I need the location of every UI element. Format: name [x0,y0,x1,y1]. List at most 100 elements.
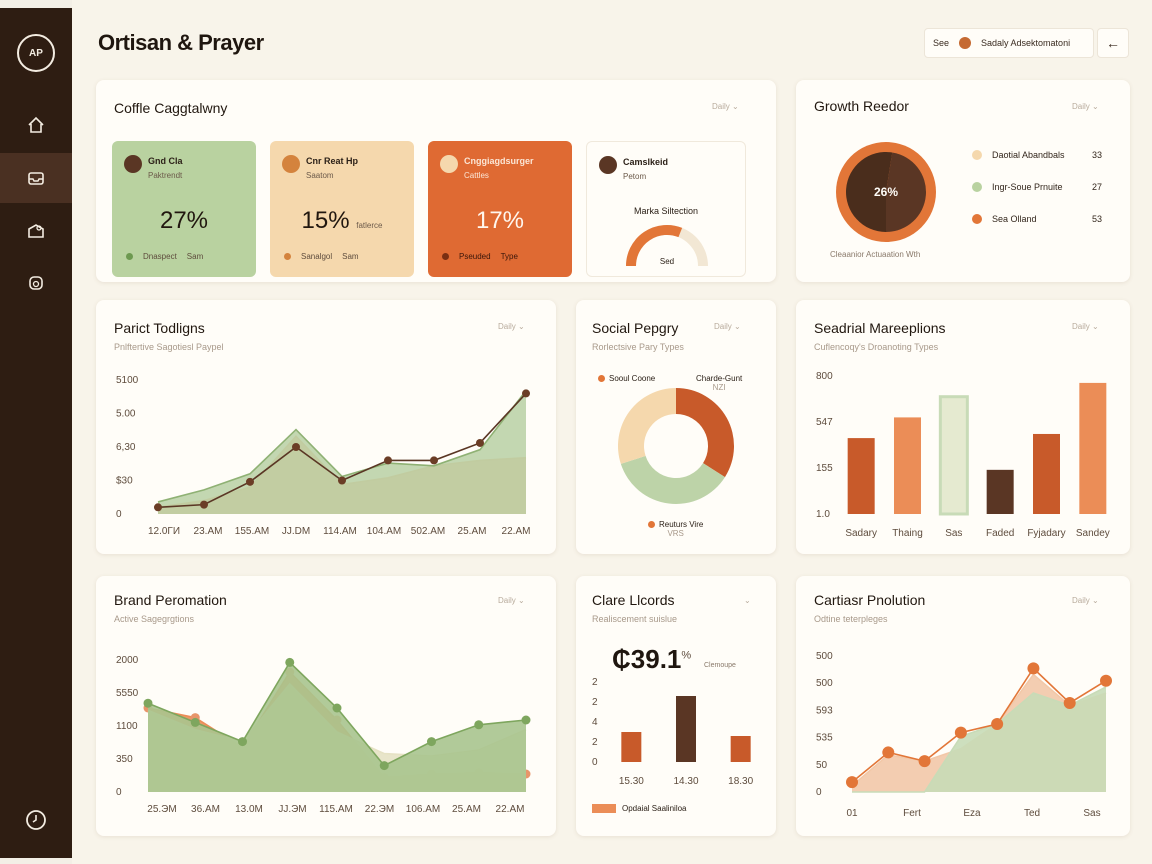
x-tick-label: 01 [846,808,858,819]
data-point [882,746,895,759]
badge-icon [29,276,43,290]
kpi-tile-3[interactable]: Cnggiagdsurger Cattles 17% Pseuded Type [428,141,572,277]
main-area: Ortisan & Prayer See Sadaly Adsektomaton… [72,0,1152,864]
y-tick-label: 5550 [116,688,139,699]
tile-foot: Sanalgol Sam [284,252,359,261]
sidebar-item-home[interactable] [0,100,72,150]
seasonal-chart: 1.0 155 547 800 Sadary Thaing Sas Faded Fyjadary… [816,371,1110,539]
y-tick-label: 0 [592,757,598,768]
legend-label: Opdaial Saaliniloa [622,804,687,813]
x-tick-label: 25.AM [458,526,487,537]
data-point [430,456,438,465]
logo-text: AP [29,47,43,59]
seasonal-card: Seadrial Mareeplions Cuflencoqy's Droano… [796,300,1130,554]
tile-chart-icon [440,155,458,173]
data-point [846,776,858,789]
brand-chart: 0 350 1100 5550 2000 25.ЭM 36.AM 13.0M JJ.ЭM 115.… [116,655,531,815]
area-series [148,662,526,792]
social-period-select[interactable]: Daily ⌄ [714,322,741,331]
account-selector[interactable]: See Sadaly Adsektomatoni [924,28,1094,58]
growth-title: Growth Reedor [814,98,909,114]
x-tick-label: Fyjadary [1027,528,1065,539]
tile-value-number: 15% [301,207,350,234]
x-tick-label: 36.AM [191,804,220,815]
sidebar-item-folder[interactable] [0,206,72,256]
social-card: Social Pepgry Rorlectsive Pary Types Dai… [576,300,776,554]
legend-swatch [972,150,982,160]
legend-label: Sea Olland [992,214,1037,224]
tile-dot [126,253,133,260]
y-tick-label: 0 [116,509,122,520]
clare-legend: Opdaial Saaliniloa [592,804,687,813]
data-point [190,717,200,727]
growth-legend-item: Ingr-Soue Prnuite 27 [972,182,1102,192]
legend-swatch [972,214,982,224]
bar [676,696,696,762]
tile-sub: Cattles [464,171,489,180]
social-title: Social Pepgry [592,320,679,336]
social-legend-left: Sooul Coone [598,374,655,383]
data-point [476,438,484,447]
growth-legend-item: Daotial Abandbals 33 [972,150,1102,160]
legend-swatch [648,521,655,528]
data-point [246,477,254,486]
y-tick-label: 5100 [116,375,139,386]
growth-center-label: 26% [874,185,898,199]
kpi-tile-4[interactable]: Camslkeid Petom Marka Siltection Sed [586,141,746,277]
data-point [285,657,295,667]
x-tick-label: 155.AM [235,526,269,537]
back-button[interactable]: ← [1097,28,1129,58]
tile-foot-b: Sam [186,252,204,261]
tile-avatar-icon [599,156,617,174]
y-tick-label: 1100 [116,721,138,732]
y-tick-label: 0 [816,787,822,798]
donut-slice [676,388,734,478]
data-point [521,715,531,725]
kpi-tile-1[interactable]: Gnd Cla Paktrendt 27% Dnaspect Sam [112,141,256,277]
y-tick-label: 2 [592,677,598,688]
tile-value: 27% [159,207,209,234]
tile-sub: Saatom [306,171,334,180]
x-tick-label: 25.ЭM [147,804,176,815]
bar [1079,382,1107,514]
sidebar: AP [0,8,72,858]
legend-value: 33 [1092,150,1103,160]
bar [847,438,875,514]
sidebar-item-inbox[interactable] [0,153,72,203]
x-tick-label: 22.AM [496,804,525,815]
donut-slice [618,388,676,464]
x-tick-label: 114.AM [323,526,357,537]
tile-value: 17% [475,207,525,234]
folder-icon [28,224,44,238]
sidebar-item-badge[interactable] [0,258,72,308]
x-tick-label: 502.AM [411,526,445,537]
x-tick-label: Sas [1083,808,1100,819]
growth-period-select[interactable]: Daily ⌄ [1072,102,1099,111]
x-tick-label: 12.0ГИ [148,526,180,537]
brand-logo[interactable]: AP [17,34,55,72]
x-tick-label: 115.AM [319,804,353,815]
growth-legend: Daotial Abandbals 33 Ingr-Soue Prnuite 27 … [972,150,1112,230]
y-tick-label: 5.00 [116,409,136,420]
x-tick-label: 14.30 [673,776,698,787]
y-tick-label: 2000 [116,655,139,666]
growth-card: Growth Reedor Daily ⌄ 26% Cleaanior Actu… [796,80,1130,282]
coffee-period-select[interactable]: Daily ⌄ [712,102,739,111]
gauge-center: Sed [660,257,674,266]
cartesian-chart: 0 50 535 593 500 500 01 Fert Eza Ted Sas [816,651,1112,819]
cartesian-card: Cartiasr Pnolution Odtine teterpleges Da… [796,576,1130,836]
clock-icon[interactable] [24,808,48,832]
clare-chart: 0 2 4 2 2 15.30 14.30 18.30 [592,677,754,787]
y-tick-label: 800 [816,371,833,382]
x-tick-label: 18.30 [728,776,753,787]
data-point [918,755,931,768]
data-point [332,703,342,713]
see-label: See [933,38,950,48]
data-point [154,503,162,512]
data-point [238,737,247,747]
x-tick-label: 22.ЭM [365,804,394,815]
tile-foot: Dnaspect Sam [126,252,203,261]
kpi-tile-2[interactable]: Cnr Reat Hp Saatom 15% fatlerce Sanalgol… [270,141,414,277]
tile-foot-b: Sam [342,252,359,261]
y-tick-label: 535 [816,733,833,744]
